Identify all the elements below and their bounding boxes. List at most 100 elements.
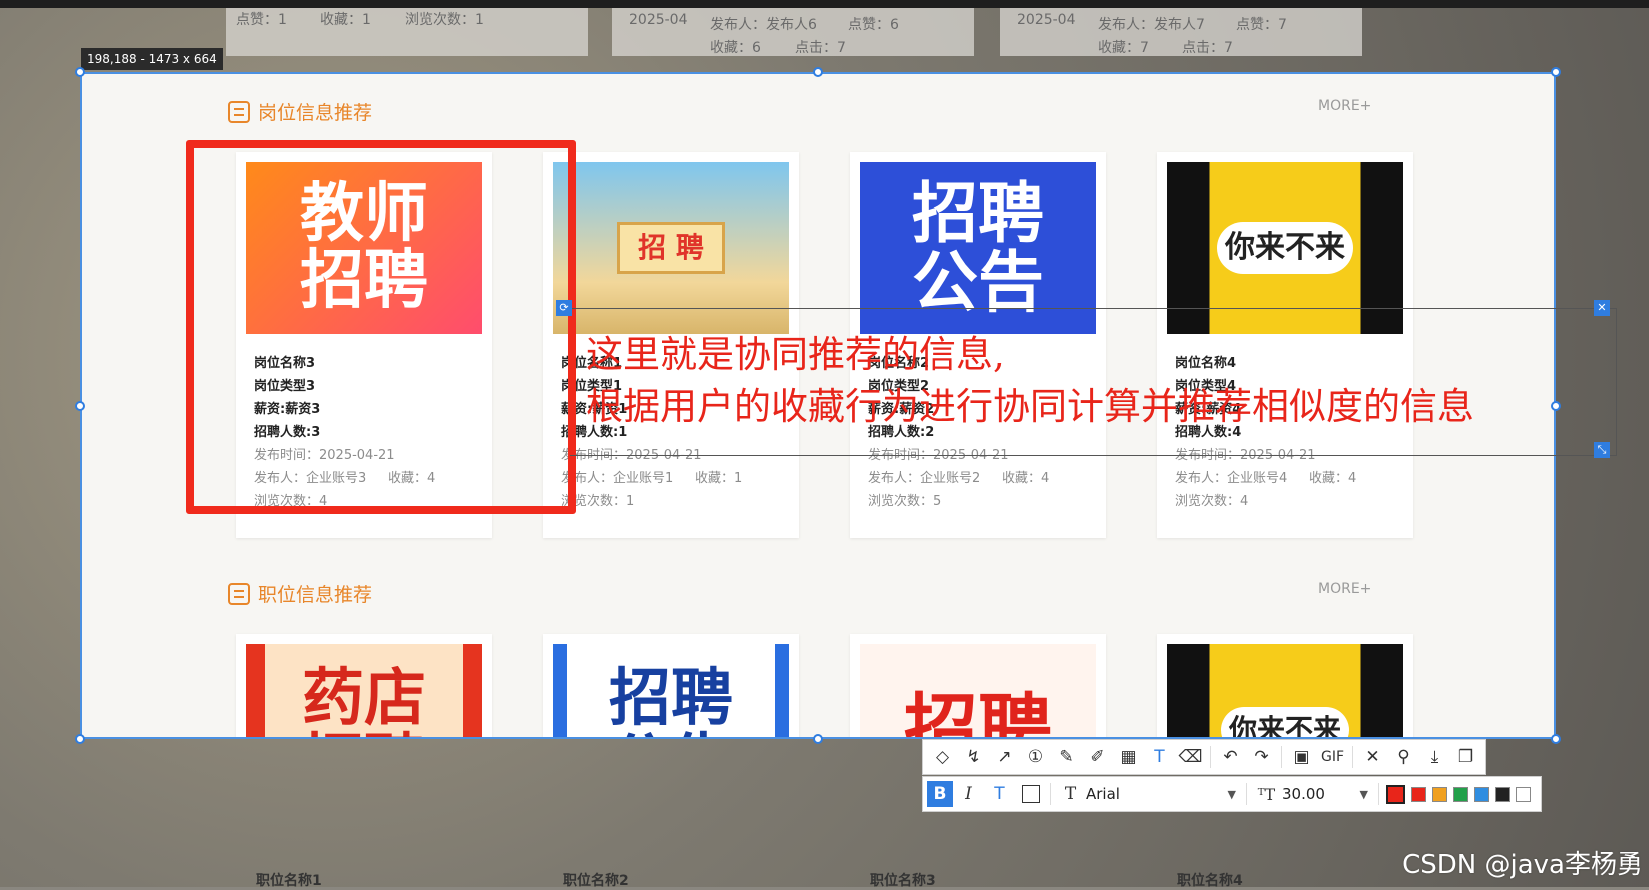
annotation-text-line-1[interactable]: 这里就是协同推荐的信息, xyxy=(586,324,1005,378)
color-swatch-blue[interactable] xyxy=(1474,786,1489,802)
bg-likes-2: 点赞：6 xyxy=(848,17,899,33)
job-favorites: 收藏：4 xyxy=(1002,471,1050,486)
font-size-select[interactable]: 30.00 ▼ xyxy=(1282,785,1374,803)
more-link[interactable]: MORE+ xyxy=(1318,98,1371,114)
chevron-down-icon: ▼ xyxy=(1359,787,1368,801)
bg-views-1: 浏览次数：1 xyxy=(405,12,484,28)
close-icon[interactable]: ✕ xyxy=(1357,741,1388,773)
section-title-job-recommend: 岗位信息推荐 xyxy=(228,98,372,125)
selection-size-label: 198,188 - 1473 x 664 xyxy=(81,48,223,70)
job-publisher: 发布人：企业账号1 xyxy=(561,471,674,486)
color-swatch-green[interactable] xyxy=(1453,786,1468,802)
color-swatch-orange[interactable] xyxy=(1432,786,1447,802)
position-poster-image: 招聘 xyxy=(860,644,1096,737)
polyline-tool-icon[interactable]: ↯ xyxy=(958,741,989,773)
resize-handle-left[interactable] xyxy=(75,401,85,411)
list-icon xyxy=(228,100,250,123)
resize-handle-top[interactable] xyxy=(813,67,823,77)
position-poster-image: 你来不来 xyxy=(1167,644,1403,737)
position-name: 职位名称1 xyxy=(256,873,322,889)
close-icon[interactable]: ✕ xyxy=(1594,300,1610,316)
position-card[interactable]: 招聘 公告 xyxy=(543,634,799,737)
bg-clicks-2: 点击：7 xyxy=(795,40,846,56)
position-name: 职位名称2 xyxy=(563,873,629,889)
redo-icon[interactable]: ↷ xyxy=(1246,741,1277,773)
resize-handle-bottom-left[interactable] xyxy=(75,734,85,744)
bg-publisher-2: 发布人：发布人6 xyxy=(710,17,817,33)
pin-icon[interactable]: ⚲ xyxy=(1388,741,1419,773)
more-link[interactable]: MORE+ xyxy=(1318,581,1371,597)
job-publisher: 发布人：企业账号2 xyxy=(868,471,981,486)
position-card[interactable]: 招聘 xyxy=(850,634,1106,737)
position-name: 职位名称4 xyxy=(1177,873,1243,889)
section-title-text: 岗位信息推荐 xyxy=(258,102,373,124)
bg-clicks-3: 点击：7 xyxy=(1182,40,1233,56)
toolbar-separator xyxy=(1352,746,1353,768)
resize-handle-bottom-right[interactable] xyxy=(1551,734,1561,744)
csdn-watermark: CSDN @java李杨勇 xyxy=(1402,850,1643,880)
text-outline-button[interactable]: T xyxy=(984,778,1015,810)
resize-corner-icon[interactable]: ⤡ xyxy=(1594,442,1610,458)
job-favorites: 收藏：4 xyxy=(1309,471,1357,486)
resize-handle-top-left[interactable] xyxy=(75,67,85,77)
color-swatch-red[interactable] xyxy=(1411,786,1426,802)
copy-icon[interactable]: ❐ xyxy=(1450,741,1481,773)
drawing-toolbar: ◇ ↯ ↗ ① ✎ ✐ ▦ T ⌫ ↶ ↷ ▣ GIF ✕ ⚲ ⤓ ❐ xyxy=(922,739,1486,775)
pencil-icon[interactable]: ✎ xyxy=(1051,741,1082,773)
background-fill-icon[interactable] xyxy=(1015,778,1046,810)
job-views: 浏览次数：5 xyxy=(868,494,942,509)
rotate-icon[interactable]: ⟳ xyxy=(556,300,572,316)
eraser-icon[interactable]: ⌫ xyxy=(1175,741,1206,773)
toolbar-separator xyxy=(1050,783,1051,805)
job-views: 浏览次数：4 xyxy=(1175,494,1249,509)
toolbar-separator xyxy=(1210,746,1211,768)
job-favorites: 收藏：1 xyxy=(695,471,743,486)
shape-tool-icon[interactable]: ◇ xyxy=(927,741,958,773)
highlighter-icon[interactable]: ✐ xyxy=(1082,741,1113,773)
bold-button[interactable]: B xyxy=(927,781,953,807)
color-swatch-red-selected[interactable] xyxy=(1386,784,1405,804)
window-top-strip xyxy=(0,0,1649,8)
download-icon[interactable]: ⤓ xyxy=(1419,741,1450,773)
text-tool-icon[interactable]: T xyxy=(1144,741,1175,773)
number-marker-icon[interactable]: ① xyxy=(1020,741,1051,773)
font-size-value: 30.00 xyxy=(1282,785,1325,803)
bg-likes-1: 点赞：1 xyxy=(236,12,287,28)
resize-handle-bottom[interactable] xyxy=(813,734,823,744)
position-poster-image: 招聘 公告 xyxy=(553,644,789,737)
bg-date-2: 2025-04 xyxy=(629,12,688,28)
toolbar-separator xyxy=(1246,783,1247,805)
arrow-tool-icon[interactable]: ↗ xyxy=(989,741,1020,773)
color-swatch-black[interactable] xyxy=(1495,786,1510,802)
gif-button[interactable]: GIF xyxy=(1317,741,1348,773)
red-highlight-rectangle[interactable] xyxy=(186,140,576,514)
toolbar-separator xyxy=(1281,746,1282,768)
section-title-text: 职位信息推荐 xyxy=(258,584,373,606)
bg-date-3: 2025-04 xyxy=(1017,12,1076,28)
ocr-icon[interactable]: ▣ xyxy=(1286,741,1317,773)
color-swatch-white[interactable] xyxy=(1516,786,1531,802)
text-format-toolbar: B I T T Arial ▼ ᵀT 30.00 ▼ xyxy=(922,776,1542,812)
mosaic-icon[interactable]: ▦ xyxy=(1113,741,1144,773)
position-card[interactable]: 你来不来 xyxy=(1157,634,1413,737)
bg-favorites-1: 收藏：1 xyxy=(320,12,371,28)
resize-handle-top-right[interactable] xyxy=(1551,67,1561,77)
font-size-icon: ᵀT xyxy=(1257,784,1276,804)
section-title-position-recommend: 职位信息推荐 xyxy=(228,580,372,607)
bg-favorites-3: 收藏：7 xyxy=(1098,40,1149,56)
chevron-down-icon: ▼ xyxy=(1227,787,1236,801)
position-poster-image: 药店 招聘 xyxy=(246,644,482,737)
job-publisher: 发布人：企业账号4 xyxy=(1175,471,1288,486)
bg-favorites-2: 收藏：6 xyxy=(710,40,761,56)
font-family-select[interactable]: Arial ▼ xyxy=(1086,785,1242,803)
annotation-text-line-2[interactable]: 根据用户的收藏行为进行协同计算并推荐相似度的信息 xyxy=(586,376,1474,430)
font-family-value: Arial xyxy=(1086,785,1120,803)
font-icon: T xyxy=(1064,784,1077,804)
position-card[interactable]: 药店 招聘 xyxy=(236,634,492,737)
undo-icon[interactable]: ↶ xyxy=(1215,741,1246,773)
bg-likes-3: 点赞：7 xyxy=(1236,17,1287,33)
list-icon xyxy=(228,582,250,605)
bg-publisher-3: 发布人：发布人7 xyxy=(1098,17,1205,33)
position-name: 职位名称3 xyxy=(870,873,936,889)
italic-button[interactable]: I xyxy=(953,778,984,810)
